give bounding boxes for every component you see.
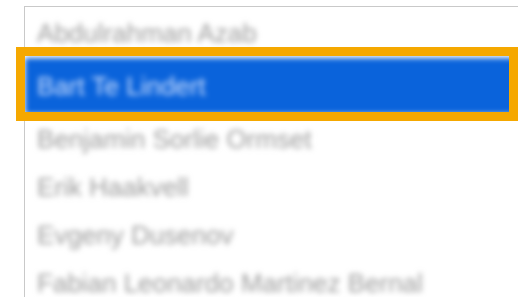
list-option[interactable]: Benjamin Sorlie Ormset xyxy=(25,115,518,163)
option-label: Evgeny Dusenov xyxy=(37,219,234,250)
list-option[interactable]: Abdulrahman Azab xyxy=(25,9,518,57)
option-label: Fabian Leonardo Martinez Bernal xyxy=(37,267,423,297)
people-listbox[interactable]: Abdulrahman Azab Bart Te Lindert Benjami… xyxy=(24,6,518,297)
option-label: Abdulrahman Azab xyxy=(37,17,257,48)
list-option-selected[interactable]: Bart Te Lindert xyxy=(25,58,518,114)
screenshot-stage: Abdulrahman Azab Bart Te Lindert Benjami… xyxy=(0,0,518,297)
option-label: Erik Haakvell xyxy=(37,171,189,202)
option-label: Bart Te Lindert xyxy=(37,70,206,101)
list-option[interactable]: Evgeny Dusenov xyxy=(25,211,518,259)
option-label: Benjamin Sorlie Ormset xyxy=(37,123,312,154)
list-option[interactable]: Fabian Leonardo Martinez Bernal xyxy=(25,259,518,297)
list-option[interactable]: Erik Haakvell xyxy=(25,163,518,211)
